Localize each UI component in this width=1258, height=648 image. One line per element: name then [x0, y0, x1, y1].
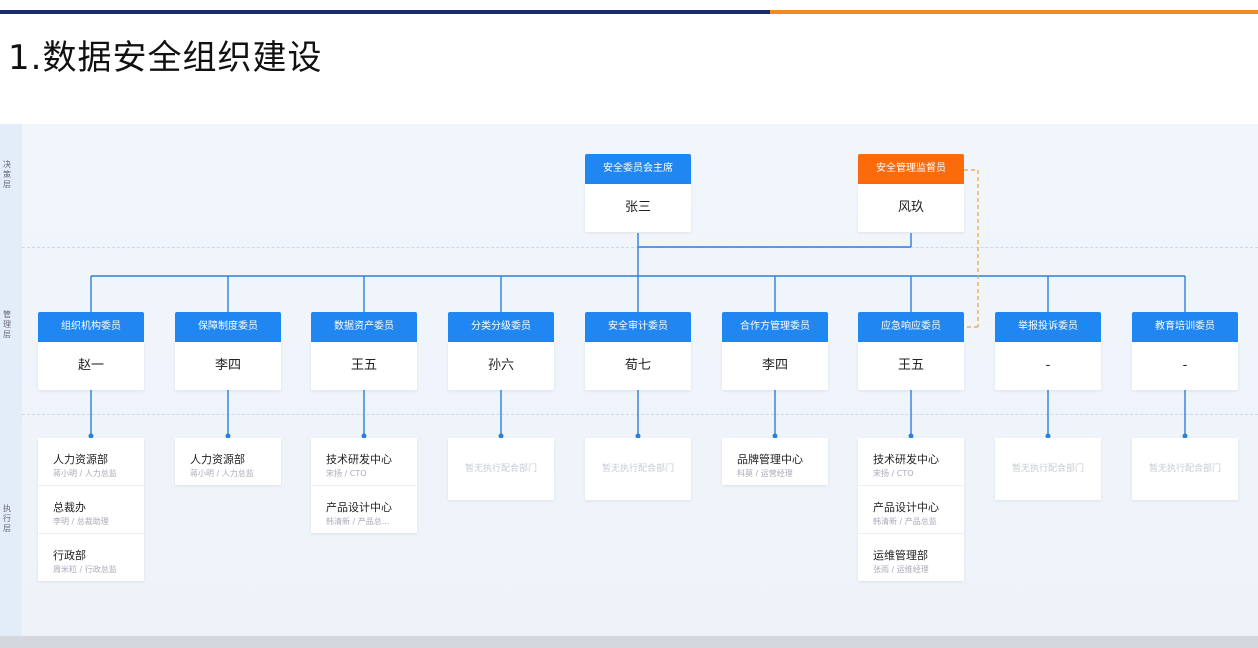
- committee-node[interactable]: 保障制度委员 李四: [175, 312, 281, 390]
- committee-member-name: 孙六: [448, 342, 554, 390]
- department-name: 运维管理部: [873, 549, 928, 562]
- department-name: 人力资源部: [190, 453, 245, 466]
- committee-title: 分类分级委员: [448, 312, 554, 342]
- department-contact: 周米粒 / 行政总监: [53, 565, 117, 574]
- committee-title: 合作方管理委员: [722, 312, 828, 342]
- department-name: 品牌管理中心: [737, 453, 803, 466]
- empty-department-text: 暂无执行配合部门: [1011, 464, 1084, 474]
- committee-member-name: 李四: [175, 342, 281, 390]
- committee-title: 组织机构委员: [38, 312, 144, 342]
- committee-title: 数据资产委员: [311, 312, 417, 342]
- department-contact: 蒋小明 / 人力总监: [190, 469, 254, 478]
- department-card-empty: 暂无执行配合部门: [448, 438, 554, 500]
- committee-member-name: -: [995, 342, 1101, 390]
- department-contact: 韩清新 / 产品总监: [873, 517, 937, 526]
- department-card: 人力资源部蒋小明 / 人力总监: [175, 438, 281, 485]
- department-card: 品牌管理中心科莫 / 运营经理: [722, 438, 828, 485]
- committee-title: 教育培训委员: [1132, 312, 1238, 342]
- department-name: 技术研发中心: [873, 453, 939, 466]
- department-item[interactable]: 产品设计中心韩清新 / 产品总监: [858, 486, 964, 534]
- department-card-empty: 暂无执行配合部门: [1132, 438, 1238, 500]
- committee-member-name: -: [1132, 342, 1238, 390]
- committee-node[interactable]: 应急响应委员 王五: [858, 312, 964, 390]
- department-name: 产品设计中心: [873, 501, 939, 514]
- department-item[interactable]: 技术研发中心宋扬 / CTO: [311, 438, 417, 486]
- department-item[interactable]: 运维管理部张雨 / 运维经理: [858, 534, 964, 581]
- chair-node[interactable]: 安全委员会主席 张三: [585, 154, 691, 232]
- committee-title: 举报投诉委员: [995, 312, 1101, 342]
- department-card: 技术研发中心 宋扬 / CTO 产品设计中心 韩清新 / 产品总监 运维管理部 张雨 / …: [858, 438, 964, 581]
- committee-member-name: 李四: [722, 342, 828, 390]
- department-contact: 科莫 / 运营经理: [737, 469, 793, 478]
- department-name: 人力资源部: [53, 453, 108, 466]
- supervisor-node[interactable]: 安全管理监督员 风玖: [858, 154, 964, 232]
- department-item[interactable]: 产品设计中心韩清新 / 产品总...: [311, 486, 417, 533]
- committee-member-name: 王五: [858, 342, 964, 390]
- department-item[interactable]: 行政部周米粒 / 行政总监: [38, 534, 144, 581]
- committee-node[interactable]: 数据资产委员 王五: [311, 312, 417, 390]
- committee-node[interactable]: 举报投诉委员 -: [995, 312, 1101, 390]
- supervisor-name: 风玖: [858, 184, 964, 232]
- department-name: 行政部: [53, 549, 86, 562]
- department-contact: 韩清新 / 产品总...: [326, 517, 390, 526]
- department-contact: 李明 / 总裁助理: [53, 517, 109, 526]
- chair-name: 张三: [585, 184, 691, 232]
- supervisor-title: 安全管理监督员: [858, 154, 964, 184]
- department-item[interactable]: 技术研发中心宋扬 / CTO: [858, 438, 964, 486]
- committee-node[interactable]: 组织机构委员 赵一: [38, 312, 144, 390]
- department-name: 技术研发中心: [326, 453, 392, 466]
- committee-member-name: 王五: [311, 342, 417, 390]
- committee-member-name: 赵一: [38, 342, 144, 390]
- committee-title: 保障制度委员: [175, 312, 281, 342]
- department-contact: 蒋小明 / 人力总监: [53, 469, 117, 478]
- committee-node[interactable]: 安全审计委员 荀七: [585, 312, 691, 390]
- department-card-empty: 暂无执行配合部门: [995, 438, 1101, 500]
- chair-title: 安全委员会主席: [585, 154, 691, 184]
- committee-title: 安全审计委员: [585, 312, 691, 342]
- department-name: 产品设计中心: [326, 501, 392, 514]
- empty-department-text: 暂无执行配合部门: [1148, 464, 1221, 474]
- department-item[interactable]: 人力资源部蒋小明 / 人力总监: [38, 438, 144, 486]
- empty-department-text: 暂无执行配合部门: [601, 464, 674, 474]
- department-contact: 宋扬 / CTO: [873, 469, 914, 478]
- department-name: 总裁办: [53, 501, 86, 514]
- department-card: 技术研发中心 宋扬 / CTO 产品设计中心 韩清新 / 产品总...: [311, 438, 417, 533]
- department-contact: 宋扬 / CTO: [326, 469, 367, 478]
- department-card: 人力资源部蒋小明 / 人力总监总裁办李明 / 总裁助理行政部周米粒 / 行政总监: [38, 438, 144, 581]
- department-contact: 张雨 / 运维经理: [873, 565, 929, 574]
- committee-node[interactable]: 合作方管理委员 李四: [722, 312, 828, 390]
- committee-title: 应急响应委员: [858, 312, 964, 342]
- department-item[interactable]: 总裁办李明 / 总裁助理: [38, 486, 144, 534]
- committee-node[interactable]: 分类分级委员 孙六: [448, 312, 554, 390]
- committee-member-name: 荀七: [585, 342, 691, 390]
- department-item[interactable]: 人力资源部蒋小明 / 人力总监: [175, 438, 281, 485]
- department-card-empty: 暂无执行配合部门: [585, 438, 691, 500]
- empty-department-text: 暂无执行配合部门: [464, 464, 537, 474]
- committee-node[interactable]: 教育培训委员 -: [1132, 312, 1238, 390]
- department-item[interactable]: 品牌管理中心科莫 / 运营经理: [722, 438, 828, 485]
